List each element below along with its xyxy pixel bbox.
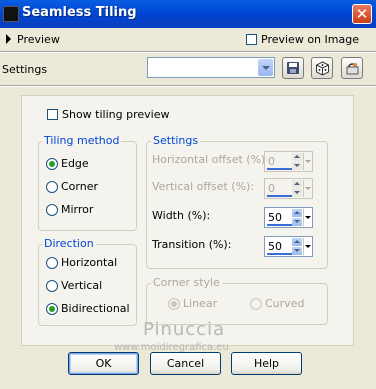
transition-label: Transition (%): xyxy=(152,238,232,251)
preset-dropdown[interactable] xyxy=(147,57,275,78)
preview-on-image-label[interactable]: Preview on Image xyxy=(261,33,359,46)
radio-linear-label[interactable]: Linear xyxy=(183,297,217,310)
show-tiling-preview-label[interactable]: Show tiling preview xyxy=(62,108,169,121)
window-title: Seamless Tiling xyxy=(22,5,137,20)
ok-button[interactable]: OK xyxy=(68,352,139,375)
settings-group-title: Settings xyxy=(151,134,201,147)
radio-vertical-label[interactable]: Vertical xyxy=(61,279,102,292)
spin-arrows-icon[interactable] xyxy=(292,153,302,170)
transition-value: 50 xyxy=(268,240,282,253)
cancel-button[interactable]: Cancel xyxy=(150,352,221,375)
help-button[interactable]: Help xyxy=(231,352,302,375)
spin-arrows-icon[interactable] xyxy=(292,238,302,255)
reset-button[interactable] xyxy=(341,57,363,79)
corner-style-title: Corner style xyxy=(151,276,222,289)
width-input[interactable]: 50 xyxy=(264,207,313,228)
divider xyxy=(0,51,376,53)
radio-curved-label[interactable]: Curved xyxy=(265,297,304,310)
close-button[interactable]: ✕ xyxy=(352,4,372,24)
save-preset-button[interactable] xyxy=(282,57,304,79)
radio-horizontal[interactable] xyxy=(46,257,58,269)
radio-edge[interactable] xyxy=(46,158,58,170)
settings-label: Settings xyxy=(2,63,48,76)
horizontal-offset-input[interactable]: 0 xyxy=(264,151,313,172)
app-icon xyxy=(3,6,19,22)
horizontal-offset-value: 0 xyxy=(268,155,275,168)
dropdown-arrow-icon[interactable] xyxy=(303,209,312,226)
preview-toggle-label[interactable]: Preview xyxy=(17,33,60,46)
radio-linear[interactable] xyxy=(168,298,180,310)
radio-bidirectional[interactable] xyxy=(46,303,58,315)
direction-title: Direction xyxy=(42,237,96,250)
show-tiling-preview-checkbox[interactable] xyxy=(47,109,58,120)
tiling-method-title: Tiling method xyxy=(42,134,122,147)
width-slider xyxy=(267,224,292,226)
close-icon: ✕ xyxy=(355,4,369,23)
radio-corner[interactable] xyxy=(46,181,58,193)
radio-mirror[interactable] xyxy=(46,204,58,216)
divider xyxy=(0,85,376,87)
dropdown-arrow-icon[interactable] xyxy=(303,180,312,197)
expand-arrow-icon[interactable] xyxy=(6,34,11,44)
vertical-offset-slider xyxy=(267,195,292,197)
vertical-offset-label: Vertical offset (%): xyxy=(152,180,255,193)
preview-on-image-checkbox[interactable] xyxy=(246,34,257,45)
reset-icon xyxy=(346,62,358,74)
horizontal-offset-slider xyxy=(267,168,292,170)
dropdown-arrow-icon[interactable] xyxy=(303,153,312,170)
width-value: 50 xyxy=(268,211,282,224)
dropdown-arrow-icon[interactable] xyxy=(303,238,312,255)
transition-slider xyxy=(267,253,292,255)
spin-arrows-icon[interactable] xyxy=(292,180,302,197)
randomize-button[interactable] xyxy=(311,57,333,79)
randomize-icon xyxy=(315,60,329,76)
spin-arrows-icon[interactable] xyxy=(292,209,302,226)
vertical-offset-value: 0 xyxy=(268,182,275,195)
radio-vertical[interactable] xyxy=(46,280,58,292)
transition-input[interactable]: 50 xyxy=(264,236,313,257)
save-preset-icon xyxy=(287,62,299,74)
radio-bidirectional-label[interactable]: Bidirectional xyxy=(61,302,130,315)
radio-horizontal-label[interactable]: Horizontal xyxy=(61,256,117,269)
chevron-down-icon[interactable] xyxy=(258,59,273,76)
watermark-name: Pinuccia xyxy=(143,319,226,340)
vertical-offset-input[interactable]: 0 xyxy=(264,178,313,199)
horizontal-offset-label: Horizontal offset (%): xyxy=(152,153,270,166)
radio-corner-label[interactable]: Corner xyxy=(61,180,98,193)
width-label: Width (%): xyxy=(152,209,211,222)
radio-curved[interactable] xyxy=(250,298,262,310)
radio-edge-label[interactable]: Edge xyxy=(61,157,89,170)
radio-mirror-label[interactable]: Mirror xyxy=(61,203,93,216)
